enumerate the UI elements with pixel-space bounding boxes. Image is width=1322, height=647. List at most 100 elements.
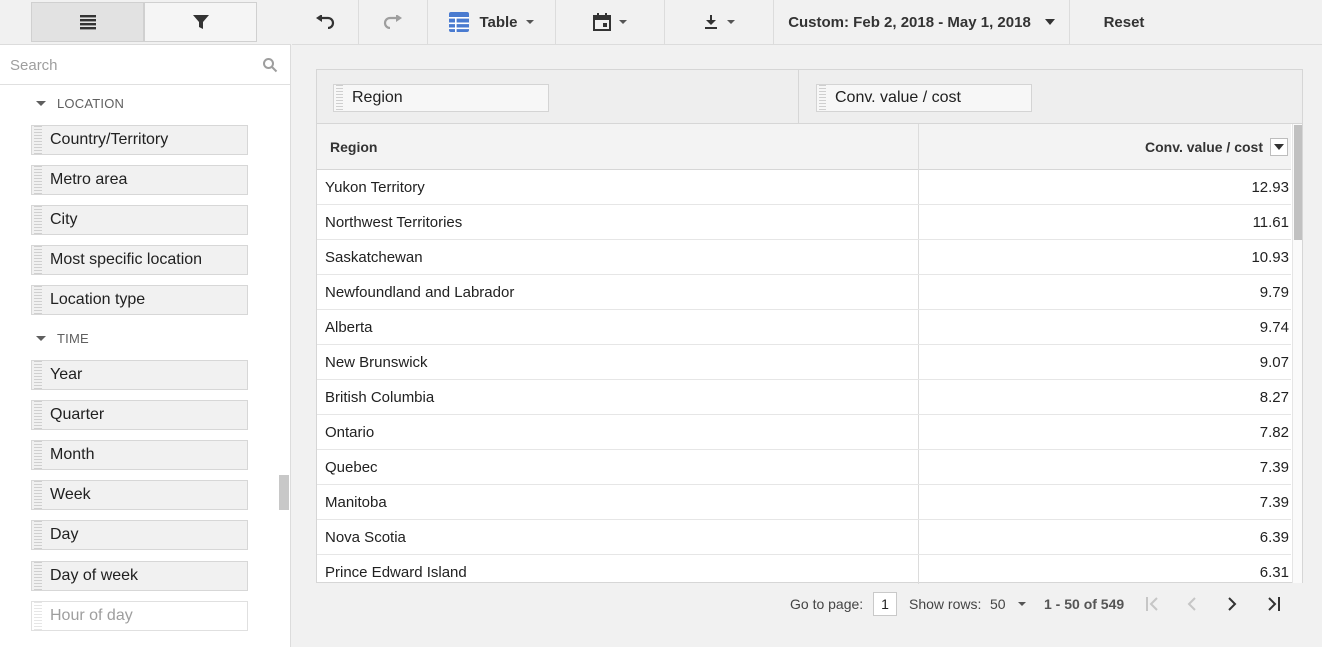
- collapse-arrow-icon: [36, 100, 46, 106]
- table-row[interactable]: Alberta 9.74: [317, 310, 1291, 345]
- go-to-page-label: Go to page:: [790, 596, 864, 612]
- chip-label: Quarter: [50, 406, 105, 423]
- drag-handle-icon[interactable]: [34, 206, 42, 234]
- left-panel-scrollbar[interactable]: [279, 475, 289, 510]
- column-header-label: Conv. value / cost: [1145, 139, 1263, 155]
- drag-handle-icon[interactable]: [34, 441, 42, 469]
- group-header-location[interactable]: LOCATION: [36, 94, 124, 112]
- drag-handle-icon[interactable]: [34, 361, 42, 389]
- pill-label: Region: [352, 89, 403, 106]
- table-row[interactable]: Yukon Territory 12.93: [317, 170, 1291, 205]
- pill-label: Conv. value / cost: [835, 89, 961, 106]
- table-row[interactable]: Manitoba 7.39: [317, 485, 1291, 520]
- view-type-dropdown[interactable]: Table: [428, 0, 556, 44]
- download-icon: [705, 15, 717, 29]
- date-range-dropdown[interactable]: Custom: Feb 2, 2018 - May 1, 2018: [774, 0, 1070, 44]
- redo-button[interactable]: [359, 0, 428, 44]
- drag-handle-icon[interactable]: [34, 401, 42, 429]
- list-view-button[interactable]: [31, 2, 144, 42]
- table-row[interactable]: New Brunswick 9.07: [317, 345, 1291, 380]
- sort-dropdown-button[interactable]: [1270, 138, 1288, 156]
- table-row[interactable]: Ontario 7.82: [317, 415, 1291, 450]
- reset-label: Reset: [1103, 13, 1145, 31]
- drag-handle-icon[interactable]: [34, 246, 42, 274]
- redo-icon: [383, 15, 402, 29]
- dimension-chip-most-specific-location[interactable]: Most specific location: [31, 245, 248, 275]
- group-label: LOCATION: [57, 95, 125, 111]
- value-cell: 10.93: [1251, 249, 1289, 266]
- table-row[interactable]: Newfoundland and Labrador 9.79: [317, 275, 1291, 310]
- chevron-left-icon: [1187, 597, 1196, 611]
- dimension-chip-month[interactable]: Month: [31, 440, 248, 470]
- table-row[interactable]: Prince Edward Island 6.31: [317, 555, 1291, 583]
- last-page-button[interactable]: [1262, 592, 1286, 616]
- dimension-chip-location-type[interactable]: Location type: [31, 285, 248, 315]
- value-cell: 9.07: [1259, 354, 1289, 371]
- dimension-chip-quarter[interactable]: Quarter: [31, 400, 248, 430]
- next-page-button[interactable]: [1220, 592, 1244, 616]
- table-row[interactable]: Northwest Territories 11.61: [317, 205, 1291, 240]
- dimension-chip-city[interactable]: City: [31, 205, 248, 235]
- region-cell: Quebec: [325, 459, 378, 476]
- chip-label: Day: [50, 526, 79, 543]
- chip-label: Week: [50, 486, 91, 503]
- value-cell: 6.39: [1259, 529, 1289, 546]
- region-cell: Manitoba: [325, 494, 387, 511]
- rows-per-page-select[interactable]: 50: [990, 584, 1026, 624]
- sort-descending-icon: [1274, 144, 1284, 150]
- row-dimension-pill[interactable]: Region: [333, 84, 549, 112]
- chip-label: Day of week: [50, 567, 139, 584]
- report-table-card: Region Conv. value / cost Region Conv. v…: [316, 69, 1303, 584]
- left-panel: LOCATION Country/Territory Metro area Ci…: [0, 0, 291, 647]
- table-row[interactable]: Quebec 7.39: [317, 450, 1291, 485]
- metric-pill[interactable]: Conv. value / cost: [816, 84, 1032, 112]
- search-input[interactable]: [10, 53, 250, 77]
- drag-handle-icon: [34, 602, 42, 630]
- dimension-chip-day-of-week[interactable]: Day of week: [31, 561, 248, 591]
- dimension-chip-week[interactable]: Week: [31, 480, 248, 510]
- reset-button[interactable]: Reset: [1070, 0, 1178, 44]
- table-scrollbar[interactable]: [1292, 124, 1302, 583]
- dimension-chip-year[interactable]: Year: [31, 360, 248, 390]
- table-row[interactable]: Saskatchewan 10.93: [317, 240, 1291, 275]
- table-header: Region Conv. value / cost: [317, 124, 1291, 170]
- drag-handle-icon[interactable]: [34, 562, 42, 590]
- list-icon: [79, 15, 96, 30]
- undo-button[interactable]: [292, 0, 359, 44]
- drag-handle-icon[interactable]: [34, 126, 42, 154]
- collapse-arrow-icon: [36, 335, 46, 341]
- page-number-input[interactable]: [873, 592, 897, 616]
- region-cell: Alberta: [325, 319, 373, 336]
- previous-page-button[interactable]: [1180, 592, 1204, 616]
- drag-handle-icon[interactable]: [34, 481, 42, 509]
- drag-handle-icon[interactable]: [34, 521, 42, 549]
- table-row[interactable]: British Columbia 8.27: [317, 380, 1291, 415]
- filter-button[interactable]: [144, 2, 257, 42]
- column-header-region[interactable]: Region: [330, 124, 377, 170]
- drag-handle-icon[interactable]: [819, 85, 826, 111]
- search-icon[interactable]: [262, 57, 278, 73]
- dimension-chip-hour-of-day: Hour of day: [31, 601, 248, 631]
- pagination-bar: Go to page: Show rows: 50 1 - 50 of 549: [316, 584, 1303, 624]
- group-header-time[interactable]: TIME: [36, 329, 89, 347]
- download-dropdown[interactable]: [665, 0, 774, 44]
- drag-handle-icon[interactable]: [34, 286, 42, 314]
- value-cell: 9.79: [1259, 284, 1289, 301]
- dimension-chip-day[interactable]: Day: [31, 520, 248, 550]
- dimension-chip-country-territory[interactable]: Country/Territory: [31, 125, 248, 155]
- dimension-chip-metro-area[interactable]: Metro area: [31, 165, 248, 195]
- region-cell: Newfoundland and Labrador: [325, 284, 515, 301]
- value-cell: 9.74: [1259, 319, 1289, 336]
- column-header-conv-value-cost[interactable]: Conv. value / cost: [1145, 124, 1288, 170]
- drag-handle-icon[interactable]: [34, 166, 42, 194]
- drag-handle-icon[interactable]: [336, 85, 343, 111]
- chip-label: Metro area: [50, 171, 128, 188]
- table-scrollbar-thumb[interactable]: [1294, 125, 1302, 240]
- first-page-button[interactable]: [1140, 592, 1164, 616]
- calendar-dropdown[interactable]: [556, 0, 665, 44]
- column-header-label: Region: [330, 139, 378, 155]
- table-row[interactable]: Nova Scotia 6.39: [317, 520, 1291, 555]
- region-cell: Saskatchewan: [325, 249, 423, 266]
- chip-label: City: [50, 211, 78, 228]
- value-cell: 6.31: [1259, 564, 1289, 581]
